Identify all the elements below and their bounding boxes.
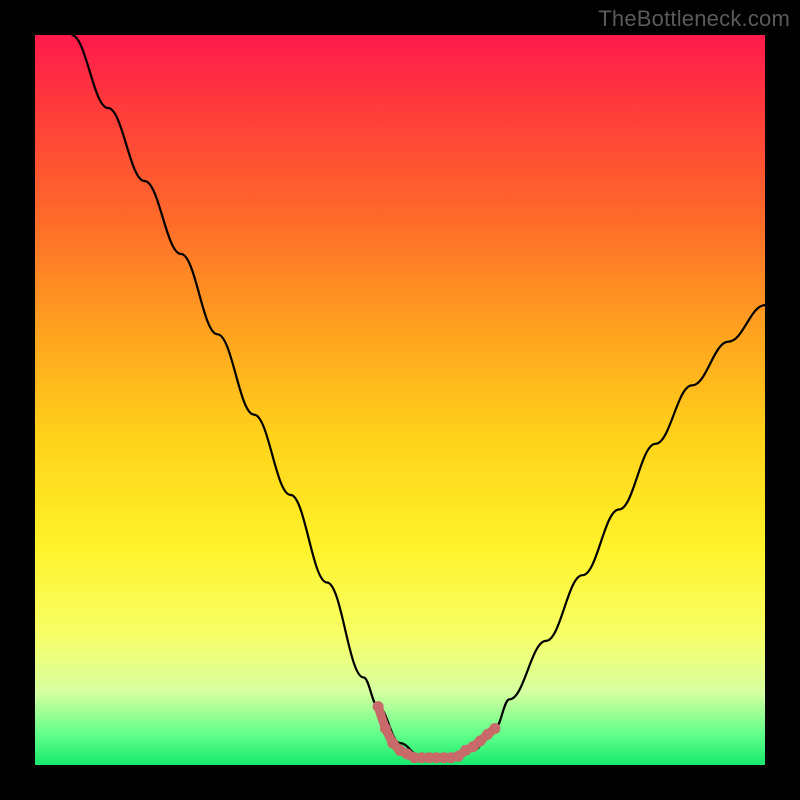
flat-bottom-highlight — [373, 701, 501, 763]
plot-area — [35, 35, 765, 765]
watermark-text: TheBottleneck.com — [598, 6, 790, 32]
highlight-dot — [380, 723, 391, 734]
curve-line — [72, 35, 766, 758]
highlight-dot — [373, 701, 384, 712]
chart-frame: TheBottleneck.com — [0, 0, 800, 800]
chart-svg — [35, 35, 765, 765]
highlight-dot — [489, 723, 500, 734]
